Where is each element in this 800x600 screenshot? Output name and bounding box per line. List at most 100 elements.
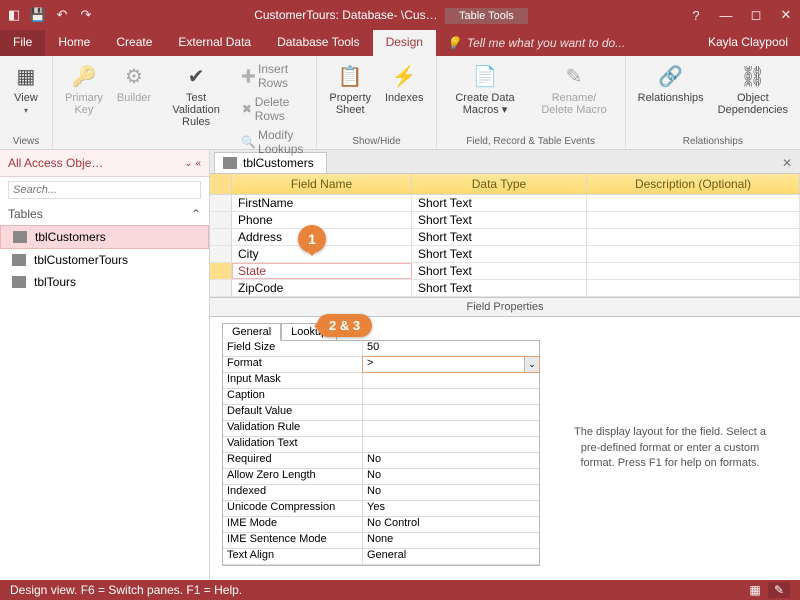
property-row[interactable]: Unicode CompressionYes bbox=[223, 501, 539, 517]
nav-item-tbltours[interactable]: tblTours bbox=[0, 271, 209, 293]
rename-delete-macro-button[interactable]: ✎Rename/ Delete Macro bbox=[532, 60, 617, 118]
design-view-btn[interactable]: ✎ bbox=[768, 582, 790, 598]
status-bar: Design view. F6 = Switch panes. F1 = Hel… bbox=[0, 580, 800, 600]
tell-me-placeholder: Tell me what you want to do... bbox=[467, 36, 625, 50]
property-help-text: The display layout for the field. Select… bbox=[570, 425, 770, 471]
restore-icon[interactable]: ◻ bbox=[748, 7, 764, 23]
redo-icon[interactable]: ↷ bbox=[78, 7, 94, 23]
macro-icon: 📄 bbox=[471, 62, 499, 90]
tab-home[interactable]: Home bbox=[45, 30, 103, 56]
field-row[interactable]: ZipCodeShort Text bbox=[210, 280, 800, 297]
design-view: tblCustomers ✕ Field Name Data Type Desc… bbox=[210, 150, 800, 580]
nav-search-input[interactable] bbox=[8, 181, 201, 199]
group-views-label: Views bbox=[8, 134, 44, 147]
group-events-label: Field, Record & Table Events bbox=[445, 134, 617, 147]
help-icon[interactable]: ? bbox=[688, 7, 704, 23]
user-name[interactable]: Kayla Claypool bbox=[696, 30, 800, 56]
object-dependencies-button[interactable]: ⛓Object Dependencies bbox=[714, 60, 792, 118]
tab-design[interactable]: Design bbox=[373, 30, 436, 56]
property-row[interactable]: Validation Rule bbox=[223, 421, 539, 437]
status-text: Design view. F6 = Switch panes. F1 = Hel… bbox=[10, 583, 242, 597]
view-button[interactable]: ▦ View ▾ bbox=[8, 60, 44, 117]
tab-external-data[interactable]: External Data bbox=[165, 30, 264, 56]
property-row[interactable]: Input Mask bbox=[223, 373, 539, 389]
primary-key-button[interactable]: 🔑Primary Key bbox=[61, 60, 107, 118]
field-row[interactable]: PhoneShort Text bbox=[210, 212, 800, 229]
col-field-name[interactable]: Field Name bbox=[232, 174, 412, 194]
nav-header[interactable]: All Access Obje… ⌄ « bbox=[0, 150, 209, 177]
nav-item-tblcustomertours[interactable]: tblCustomerTours bbox=[0, 249, 209, 271]
property-row[interactable]: Validation Text bbox=[223, 437, 539, 453]
properties-table: Field Size50Format>⌄Input MaskCaptionDef… bbox=[222, 340, 540, 566]
property-row[interactable]: IME Sentence ModeNone bbox=[223, 533, 539, 549]
property-row[interactable]: IME ModeNo Control bbox=[223, 517, 539, 533]
dependencies-icon: ⛓ bbox=[739, 62, 767, 90]
property-sheet-button[interactable]: 📋Property Sheet bbox=[325, 60, 375, 118]
ribbon-tabs: File Home Create External Data Database … bbox=[0, 30, 800, 56]
fp-tab-general[interactable]: General bbox=[222, 323, 281, 341]
indexes-icon: ⚡ bbox=[390, 62, 418, 90]
save-icon[interactable]: 💾 bbox=[30, 7, 46, 23]
check-icon: ✔ bbox=[182, 62, 210, 90]
callout-1: 1 bbox=[298, 225, 326, 253]
view-label: View bbox=[14, 92, 38, 104]
property-sheet-icon: 📋 bbox=[336, 62, 364, 90]
property-row[interactable]: RequiredNo bbox=[223, 453, 539, 469]
field-row[interactable]: CityShort Text bbox=[210, 246, 800, 263]
property-row[interactable]: IndexedNo bbox=[223, 485, 539, 501]
table-icon bbox=[12, 254, 26, 266]
test-validation-button[interactable]: ✔Test Validation Rules bbox=[161, 60, 231, 130]
bulb-icon: 💡 bbox=[446, 36, 461, 50]
dropdown-icon[interactable]: ⌄ bbox=[524, 357, 539, 372]
tab-file[interactable]: File bbox=[0, 30, 45, 56]
context-tab-label: Table Tools bbox=[445, 8, 528, 24]
group-relationships-label: Relationships bbox=[634, 134, 792, 147]
insert-row-icon: ➕ bbox=[241, 68, 256, 84]
builder-button[interactable]: ⚙Builder bbox=[113, 60, 155, 106]
callout-2-3: 2 & 3 bbox=[317, 314, 372, 337]
table-icon bbox=[223, 157, 237, 169]
field-properties-header: Field Properties bbox=[210, 298, 800, 316]
datasheet-view-btn[interactable]: ▦ bbox=[744, 582, 766, 598]
relationships-icon: 🔗 bbox=[657, 62, 685, 90]
nav-section-tables[interactable]: Tables⌃ bbox=[0, 203, 209, 225]
rename-icon: ✎ bbox=[560, 62, 588, 90]
property-row[interactable]: Field Size50 bbox=[223, 341, 539, 357]
property-row[interactable]: Text AlignGeneral bbox=[223, 549, 539, 565]
view-icon: ▦ bbox=[12, 62, 40, 90]
col-data-type[interactable]: Data Type bbox=[412, 174, 587, 194]
property-row[interactable]: Allow Zero LengthNo bbox=[223, 469, 539, 485]
field-row[interactable]: StateShort Text bbox=[210, 263, 800, 280]
indexes-button[interactable]: ⚡Indexes bbox=[381, 60, 428, 106]
tell-me-search[interactable]: 💡 Tell me what you want to do... bbox=[436, 30, 696, 56]
title-bar: ◧ 💾 ↶ ↷ CustomerTours: Database- \Cus… T… bbox=[0, 0, 800, 30]
nav-item-tblcustomers[interactable]: tblCustomers bbox=[0, 225, 209, 249]
close-icon[interactable]: ✕ bbox=[778, 7, 794, 23]
doc-close-icon[interactable]: ✕ bbox=[774, 153, 800, 173]
insert-rows-button[interactable]: ➕Insert Rows bbox=[237, 60, 308, 92]
relationships-button[interactable]: 🔗Relationships bbox=[634, 60, 708, 106]
lookup-icon: 🔍 bbox=[241, 134, 256, 150]
property-row[interactable]: Caption bbox=[223, 389, 539, 405]
ribbon: ▦ View ▾ Views 🔑Primary Key ⚙Builder ✔Te… bbox=[0, 56, 800, 150]
tab-database-tools[interactable]: Database Tools bbox=[264, 30, 373, 56]
undo-icon[interactable]: ↶ bbox=[54, 7, 70, 23]
minimize-icon[interactable]: — bbox=[718, 7, 734, 23]
chevron-down-icon[interactable]: ⌄ « bbox=[184, 158, 201, 169]
key-icon: 🔑 bbox=[70, 62, 98, 90]
delete-rows-button[interactable]: ✖Delete Rows bbox=[237, 93, 308, 125]
table-icon bbox=[13, 231, 27, 243]
modify-lookups-button[interactable]: 🔍Modify Lookups bbox=[237, 126, 308, 158]
navigation-pane: All Access Obje… ⌄ « Tables⌃ tblCustomer… bbox=[0, 150, 210, 580]
group-showhide-label: Show/Hide bbox=[325, 134, 427, 147]
tab-create[interactable]: Create bbox=[103, 30, 165, 56]
field-row[interactable]: FirstNameShort Text bbox=[210, 195, 800, 212]
property-row[interactable]: Default Value bbox=[223, 405, 539, 421]
table-icon bbox=[12, 276, 26, 288]
col-description[interactable]: Description (Optional) bbox=[587, 174, 800, 194]
window-title: CustomerTours: Database- \Cus… bbox=[254, 8, 437, 22]
create-data-macros-button[interactable]: 📄Create Data Macros ▾ bbox=[445, 60, 526, 118]
property-row[interactable]: Format>⌄ bbox=[223, 357, 539, 373]
builder-icon: ⚙ bbox=[120, 62, 148, 90]
nav-title: All Access Obje… bbox=[8, 156, 103, 170]
